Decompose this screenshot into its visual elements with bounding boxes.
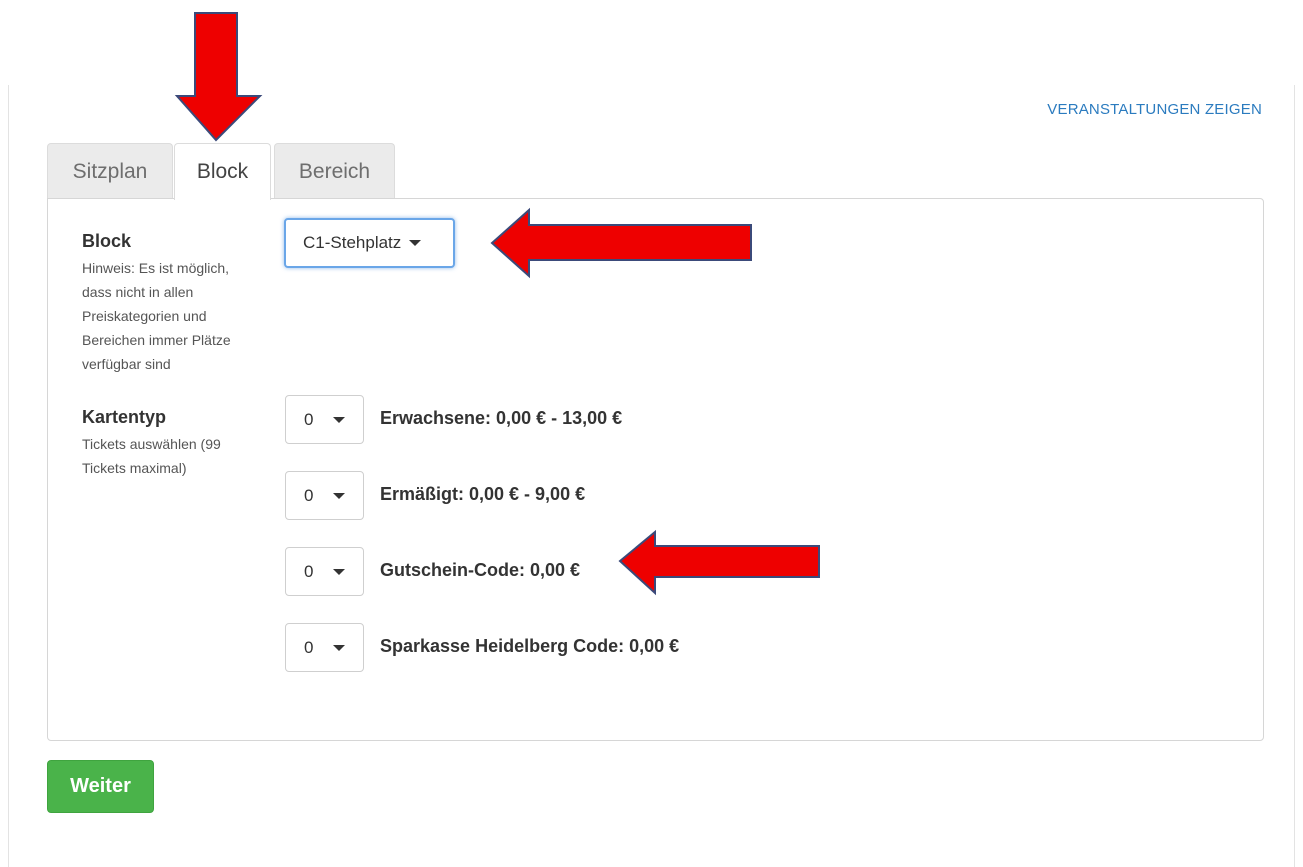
tab-sitzplan-label: Sitzplan	[72, 159, 148, 183]
block-hint: Hinweis: Es ist möglich, dass nicht in a…	[82, 260, 231, 372]
caret-down-icon	[333, 492, 346, 499]
continue-button-label: Weiter	[70, 775, 131, 797]
ticket-label-erwachsene: Erwachsene: 0,00 € - 13,00 €	[380, 408, 623, 428]
quantity-select-ermaessigt[interactable]: 0	[285, 471, 364, 520]
red-arrow-left-icon	[618, 529, 820, 596]
ticket-type-hint: Tickets auswählen (99 Tickets maximal)	[82, 436, 221, 476]
quantity-select-gutschein[interactable]: 0	[285, 547, 364, 596]
caret-down-icon	[333, 416, 346, 423]
ticket-type-title: Kartentyp	[82, 407, 167, 427]
tab-sitzplan[interactable]: Sitzplan	[47, 143, 173, 199]
quantity-value: 0	[304, 485, 314, 505]
red-arrow-left-icon	[490, 207, 752, 279]
tab-block-label: Block	[196, 160, 249, 183]
block-title: Block	[82, 231, 132, 251]
tab-block[interactable]: Block	[174, 143, 271, 200]
quantity-value: 0	[304, 637, 314, 657]
quantity-value: 0	[304, 561, 314, 581]
caret-down-icon	[333, 644, 346, 651]
caret-down-icon	[409, 240, 422, 246]
red-arrow-down-icon	[174, 12, 263, 142]
ticket-gutschein: Gutschein-Code: 0,00 €	[380, 560, 581, 580]
quantity-select-erwachsene[interactable]: 0	[285, 395, 364, 444]
tab-bereich-label: Bereich	[298, 159, 371, 183]
quantity-select-sparkasse[interactable]: 0	[285, 623, 364, 672]
ticket-label-ermaessigt: Ermäßigt: 0,00 € - 9,00 €	[380, 484, 586, 504]
show-events-link[interactable]: VERANSTALTUNGEN ZEIGEN	[1047, 101, 1262, 118]
tab-bereich[interactable]: Bereich	[274, 143, 395, 199]
ticket-label-sparkasse: Sparkasse Heidelberg Code: 0,00 €	[380, 636, 680, 656]
block-select-value: C1-Stehplatz	[303, 233, 402, 252]
caret-down-icon	[333, 568, 346, 575]
block-select[interactable]: C1-Stehplatz	[284, 218, 455, 268]
quantity-value: 0	[304, 409, 314, 429]
continue-button[interactable]: Weiter	[47, 760, 154, 813]
